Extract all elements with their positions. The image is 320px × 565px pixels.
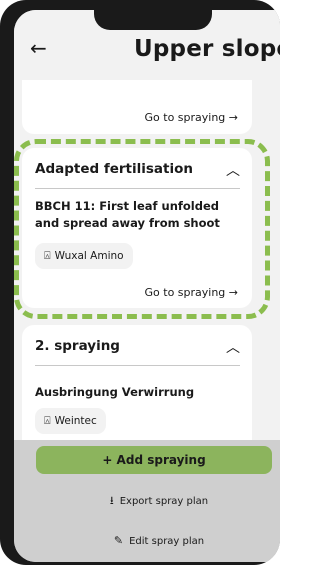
divider — [35, 188, 240, 189]
export-spray-plan-link[interactable]: ⭳ Export spray plan — [14, 492, 280, 511]
treatment-text: Ausbringung Verwirrung — [35, 385, 195, 399]
growth-stage-text: BBCH 11: First leaf unfolded and spread … — [35, 199, 220, 230]
go-to-spraying-link[interactable]: Go to spraying → — [145, 286, 239, 299]
card-title: Adapted fertilisation — [35, 161, 193, 177]
product-chip[interactable]: ⍓ Wuxal Amino — [35, 243, 133, 269]
page-title: Upper slope — [134, 36, 280, 62]
product-icon: ⍓ — [44, 249, 51, 262]
product-chip[interactable]: ⍓ Weintec — [35, 408, 106, 434]
spraying-card-adapted-fertilisation: Adapted fertilisation ︿ BBCH 11: First l… — [22, 148, 252, 308]
add-spraying-button[interactable]: + Add spraying — [36, 446, 272, 474]
product-name: Weintec — [54, 415, 97, 427]
chevron-up-icon[interactable]: ︿ — [226, 160, 240, 180]
divider — [35, 365, 240, 366]
spraying-card-2: 2. spraying ︿ Ausbringung Verwirrung ⍓ W… — [22, 325, 252, 443]
product-name: Wuxal Amino — [54, 250, 124, 262]
back-arrow-icon[interactable]: ← — [30, 38, 47, 58]
product-icon: ⍓ — [44, 414, 51, 427]
card-title: 2. spraying — [35, 338, 120, 354]
notch — [94, 8, 212, 30]
edit-spray-plan-link[interactable]: ✎ Edit spray plan — [14, 534, 280, 547]
download-icon: ⭳ — [109, 494, 114, 507]
bottom-action-panel: + Add spraying ⭳ Export spray plan ✎ Edit … — [14, 440, 280, 562]
edit-label: Edit spray plan — [129, 536, 205, 547]
export-label: Export spray plan — [119, 496, 209, 507]
chevron-up-icon[interactable]: ︿ — [226, 337, 240, 357]
phone-frame: ← Upper slope Go to spraying → Adapted f… — [0, 0, 280, 565]
pencil-icon: ✎ — [113, 534, 124, 547]
go-to-spraying-link[interactable]: Go to spraying → — [145, 111, 239, 124]
app-screen: ← Upper slope Go to spraying → Adapted f… — [14, 10, 280, 562]
